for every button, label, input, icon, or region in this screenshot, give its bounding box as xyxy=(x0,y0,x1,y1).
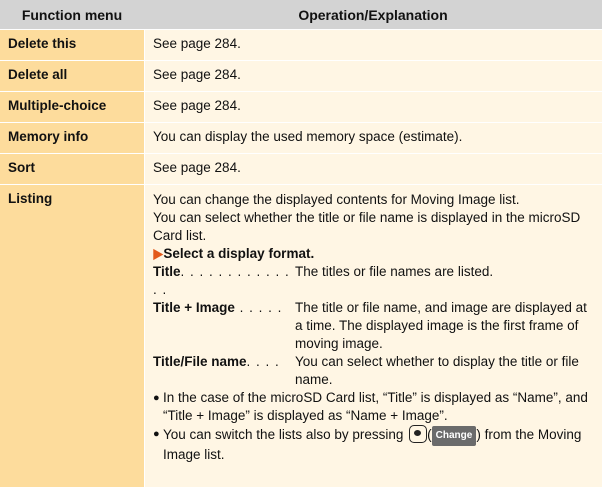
note-text: In the case of the microSD Card list, “T… xyxy=(163,390,588,423)
table-header: Function menu Operation/Explanation xyxy=(0,0,602,30)
bullet-dot-icon: ● xyxy=(153,392,160,404)
option-desc: The title or file name, and image are di… xyxy=(295,300,587,351)
header-operation-explanation: Operation/Explanation xyxy=(298,6,448,23)
table-row: Memory info You can display the used mem… xyxy=(0,123,602,154)
table-row: Delete all See page 284. xyxy=(0,61,602,92)
note-bullet: ● In the case of the microSD Card list, … xyxy=(153,389,594,425)
option-term: Title + Image xyxy=(153,300,235,315)
row-text: See page 284. xyxy=(144,92,602,122)
row-label: Delete this xyxy=(0,30,144,60)
option-desc: The titles or file names are listed. xyxy=(295,264,494,279)
option-title-file-name: Title/File name. . . . You can select wh… xyxy=(153,353,594,389)
row-label: Multiple-choice xyxy=(0,92,144,122)
function-menu-table: Function menu Operation/Explanation Dele… xyxy=(0,0,602,488)
table-row: Sort See page 284. xyxy=(0,154,602,185)
row-text: See page 284. xyxy=(144,30,602,60)
table-row: Delete this See page 284. xyxy=(0,30,602,61)
listing-intro-1: You can change the displayed contents fo… xyxy=(153,192,520,207)
row-label: Sort xyxy=(0,154,144,184)
row-text: See page 284. xyxy=(144,61,602,91)
note-text: You can switch the lists also by pressin… xyxy=(163,425,582,462)
option-leader: . . . . . xyxy=(234,300,283,315)
listing-explanation: You can change the displayed contents fo… xyxy=(144,185,602,487)
row-text: You can display the used memory space (e… xyxy=(144,123,602,153)
camera-key-icon xyxy=(409,425,428,443)
bullet-dot-icon: ● xyxy=(153,428,160,440)
step-instruction: ▶Select a display format. xyxy=(153,245,594,263)
option-term: Title/File name xyxy=(153,354,247,369)
option-term: Title xyxy=(153,264,181,279)
table-row: Multiple-choice See page 284. xyxy=(0,92,602,123)
header-function-menu: Function menu xyxy=(21,6,123,23)
table-row-listing: Listing You can change the displayed con… xyxy=(0,185,602,488)
row-label: Delete all xyxy=(0,61,144,91)
note-bullet: ● You can switch the lists also by press… xyxy=(153,425,594,464)
row-label: Listing xyxy=(0,185,144,487)
listing-intro-2: You can select whether the title or file… xyxy=(153,210,581,243)
option-leader: . . . . xyxy=(246,354,280,369)
row-label: Memory info xyxy=(0,123,144,153)
option-title: Title. . . . . . . . . . . . . . The tit… xyxy=(153,263,594,299)
change-softkey-label: Change xyxy=(431,426,477,446)
option-title-image: Title + Image . . . . . The title or fil… xyxy=(153,299,594,353)
step-text: Select a display format. xyxy=(163,246,315,261)
row-text: See page 284. xyxy=(144,154,602,184)
option-desc: You can select whether to display the ti… xyxy=(295,354,579,387)
step-arrow-icon: ▶ xyxy=(153,246,163,261)
